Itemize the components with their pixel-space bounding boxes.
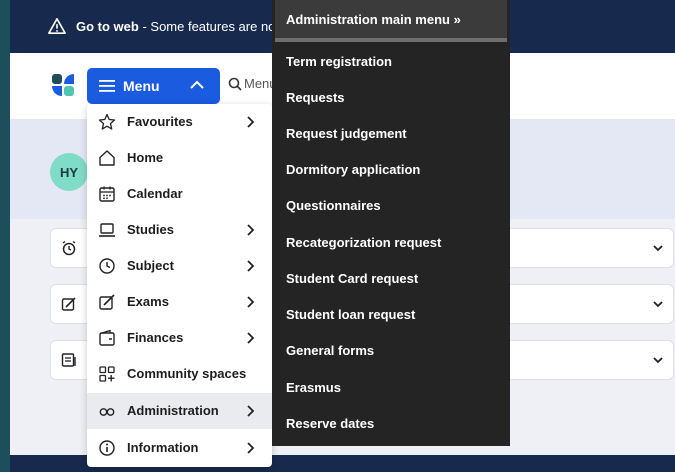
- menu-item-label: Studies: [127, 222, 174, 237]
- infinity-icon: [99, 408, 115, 416]
- menu-item-label: Finances: [127, 330, 184, 345]
- warning-icon: [48, 17, 66, 35]
- menu-item-label: Subject: [127, 258, 174, 273]
- administration-main-menu-link[interactable]: Administration main menu »: [275, 0, 507, 38]
- submenu-item-reserve-dates[interactable]: Reserve dates: [272, 405, 510, 441]
- submenu-item-requests[interactable]: Requests: [272, 79, 510, 115]
- menu-item-label: Home: [127, 150, 164, 165]
- chevron-down-icon: [653, 301, 663, 308]
- chevron-right-icon: [247, 332, 255, 344]
- menu-item-label: Exams: [127, 294, 169, 309]
- submenu-item-label: Term registration: [286, 54, 392, 69]
- menu-search[interactable]: Menu: [228, 76, 277, 91]
- chevron-right-icon: [247, 224, 255, 236]
- document-icon: [61, 353, 76, 367]
- menu-item-label: Favourites: [127, 114, 193, 129]
- menu-item-favourites[interactable]: Favourites: [87, 104, 272, 140]
- pencil-box-icon: [99, 294, 115, 310]
- menu-button-label: Menu: [123, 78, 160, 94]
- menu-item-calendar[interactable]: Calendar: [87, 176, 272, 212]
- submenu-item-label: Reserve dates: [286, 416, 375, 431]
- submenu-item-questionnaires[interactable]: Questionnaires: [272, 187, 510, 223]
- chevron-right-icon: [247, 116, 255, 128]
- chevron-right-icon: [247, 405, 255, 417]
- submenu-item-erasmus[interactable]: Erasmus: [272, 369, 510, 405]
- chevron-right-icon: [247, 260, 255, 272]
- chevron-right-icon: [247, 296, 255, 308]
- grid-plus-icon: [99, 366, 115, 382]
- avatar[interactable]: HY: [50, 153, 88, 191]
- home-icon: [99, 150, 115, 166]
- clock-icon: [99, 258, 115, 274]
- menu-item-information[interactable]: Information: [87, 430, 272, 466]
- chevron-down-icon: [653, 357, 663, 364]
- submenu-item-label: Erasmus: [286, 380, 341, 395]
- menu-item-home[interactable]: Home: [87, 140, 272, 176]
- menu-item-studies[interactable]: Studies: [87, 212, 272, 248]
- submenu-item-student-card-request[interactable]: Student Card request: [272, 260, 510, 296]
- submenu-item-student-loan-request[interactable]: Student loan request: [272, 296, 510, 332]
- laptop-icon: [99, 223, 115, 237]
- star-icon: [98, 113, 116, 130]
- submenu-item-label: Student loan request: [286, 307, 416, 322]
- submenu-item-label: Student Card request: [286, 271, 419, 286]
- submenu-item-label: Request judgement: [286, 126, 407, 141]
- info-icon: [99, 440, 115, 456]
- search-icon: [228, 77, 242, 91]
- administration-submenu: Administration main menu » Term registra…: [272, 0, 510, 446]
- submenu-item-recategorization-request[interactable]: Recategorization request: [272, 224, 510, 260]
- app-logo-icon[interactable]: [52, 74, 74, 96]
- menu-button[interactable]: Menu: [87, 68, 220, 104]
- menu-item-label: Administration: [127, 403, 219, 418]
- submenu-item-label: Questionnaires: [286, 198, 381, 213]
- go-to-web-link[interactable]: Go to web: [76, 19, 139, 34]
- submenu-item-request-judgement[interactable]: Request judgement: [272, 115, 510, 151]
- pencil-box-icon: [61, 297, 76, 311]
- menu-item-finances[interactable]: Finances: [87, 320, 272, 356]
- menu-item-administration[interactable]: Administration: [87, 393, 272, 429]
- submenu-divider: [275, 38, 507, 42]
- submenu-item-general-forms[interactable]: General forms: [272, 332, 510, 368]
- submenu-item-label: Requests: [286, 90, 345, 105]
- hamburger-icon: [99, 80, 115, 92]
- submenu-item-dormitory-application[interactable]: Dormitory application: [272, 151, 510, 187]
- calendar-icon: [99, 186, 115, 202]
- submenu-item-label: Recategorization request: [286, 235, 442, 250]
- submenu-item-term-registration[interactable]: Term registration: [272, 43, 510, 79]
- menu-item-subject[interactable]: Subject: [87, 248, 272, 284]
- submenu-header-label: Administration main menu »: [286, 12, 461, 27]
- banner-message: Go to web - Some features are not av: [76, 19, 296, 34]
- submenu-item-label: General forms: [286, 343, 375, 358]
- menu-item-label: Information: [127, 440, 199, 455]
- wallet-icon: [99, 329, 115, 346]
- submenu-item-label: Dormitory application: [286, 162, 421, 177]
- chevron-right-icon: [247, 442, 255, 454]
- alarm-clock-icon: [62, 240, 76, 256]
- chevron-up-icon: [190, 80, 204, 89]
- menu-item-label: Calendar: [127, 186, 183, 201]
- chevron-down-icon: [653, 245, 663, 252]
- menu-item-label: Community spaces: [127, 366, 247, 381]
- menu-item-exams[interactable]: Exams: [87, 284, 272, 320]
- main-menu-panel: Favourites Home Calendar Studies Subject…: [87, 104, 272, 467]
- menu-item-community-spaces[interactable]: Community spaces: [87, 356, 272, 392]
